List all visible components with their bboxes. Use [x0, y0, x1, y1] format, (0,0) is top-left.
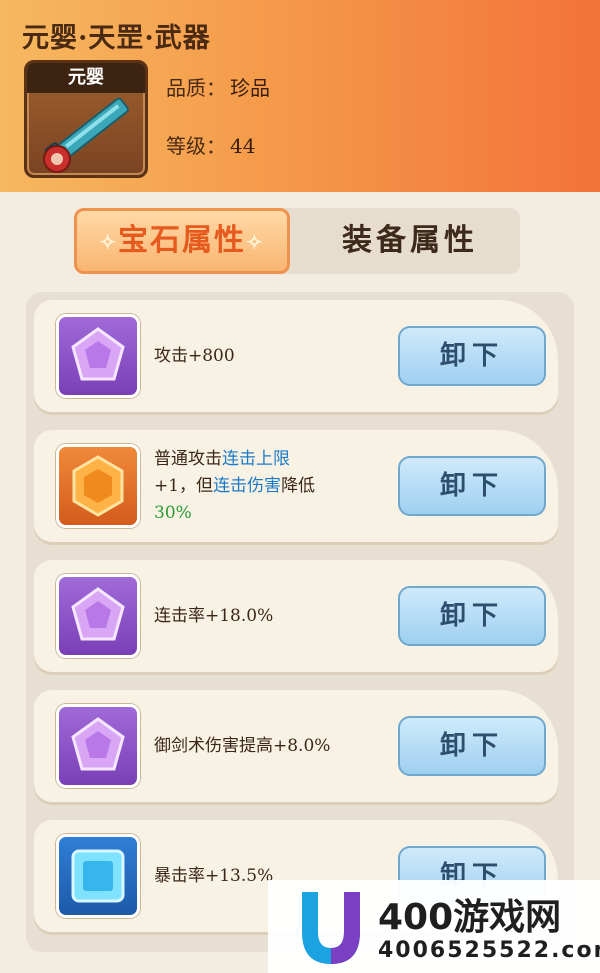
quality-row: 品质： 珍品 — [166, 72, 270, 101]
gem-slot[interactable] — [56, 444, 140, 528]
blue-gem-icon — [71, 849, 125, 903]
site-number: 4006525522.com — [378, 938, 600, 963]
sword-icon — [43, 97, 129, 173]
level-row: 等级： 44 — [166, 130, 255, 159]
gem-slot[interactable] — [56, 704, 140, 788]
unequip-button[interactable]: 卸下 — [398, 716, 546, 776]
purple-gem-icon — [71, 587, 125, 641]
gem-attribute-text-part: 普通攻击 — [154, 448, 222, 469]
unequip-button[interactable]: 卸下 — [398, 326, 546, 386]
gem-attribute-text-part: +1，但 — [154, 475, 214, 496]
tab-gem-attributes[interactable]: ✧宝石属性✧ — [74, 208, 290, 274]
tab-deco-right-icon: ✧ — [246, 230, 265, 254]
level-label: 等级： — [166, 134, 226, 158]
tab-deco-left-icon: ✧ — [99, 230, 118, 254]
site-logo-icon — [302, 892, 360, 964]
site-name: 400游戏网 — [378, 897, 562, 938]
gem-attribute-highlight: 连击伤害 — [213, 475, 282, 496]
gem-attribute-value: 连击率+18.0% — [154, 605, 274, 626]
gem-slot[interactable] — [56, 314, 140, 398]
unequip-button[interactable]: 卸下 — [398, 456, 546, 516]
gem-attribute-highlight: 连击上限 — [222, 448, 290, 469]
item-header: 元婴·天罡·武器 元婴 品质： 珍品 等级： 44 — [0, 0, 600, 192]
level-value: 44 — [230, 134, 256, 158]
gem-attribute-text-part: 降低 — [281, 475, 316, 496]
purple-gem-icon — [71, 327, 125, 381]
site-watermark: 400游戏网 4006525522.com — [268, 880, 600, 973]
gem-attribute-text: 攻击+800 — [154, 300, 394, 412]
orange-gem-icon — [72, 455, 124, 517]
gem-slot[interactable] — [56, 574, 140, 658]
gem-attribute-value: 攻击+800 — [154, 345, 235, 366]
tab-equipment-attributes[interactable]: 装备属性 — [300, 208, 520, 274]
purple-gem-icon — [71, 717, 125, 771]
tab-gem-label: 宝石属性 — [118, 223, 246, 258]
gem-row: 连击率+18.0% 卸下 — [34, 560, 558, 672]
gem-attribute-text: 普通攻击连击上限 +1，但连击伤害降低 30% — [154, 430, 394, 542]
quality-value: 珍品 — [230, 76, 270, 100]
gem-attribute-value: 暴击率+13.5% — [154, 865, 274, 886]
gem-attribute-text: 连击率+18.0% — [154, 560, 394, 672]
tab-equip-label: 装备属性 — [342, 223, 478, 258]
item-icon-frame[interactable]: 元婴 — [24, 60, 148, 178]
item-title: 元婴·天罡·武器 — [22, 23, 211, 54]
gem-attribute-percent: 30% — [154, 502, 192, 523]
gem-attribute-value: 御剑术伤害提高+8.0% — [154, 735, 331, 756]
gem-attribute-text: 御剑术伤害提高+8.0% — [154, 690, 394, 802]
gem-row: 攻击+800 卸下 — [34, 300, 558, 412]
attribute-tabs: ✧宝石属性✧ 装备属性 — [74, 208, 520, 274]
gem-row: 御剑术伤害提高+8.0% 卸下 — [34, 690, 558, 802]
quality-label: 品质： — [166, 76, 226, 100]
gem-row: 普通攻击连击上限 +1，但连击伤害降低 30% 卸下 — [34, 430, 558, 542]
gem-slot[interactable] — [56, 834, 140, 918]
unequip-button[interactable]: 卸下 — [398, 586, 546, 646]
